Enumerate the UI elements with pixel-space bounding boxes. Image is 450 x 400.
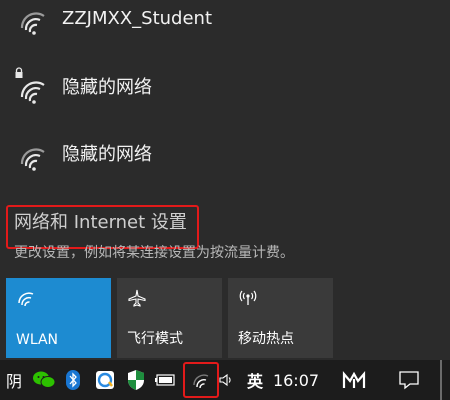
network-settings-description: 更改设置，例如将某连接设置为按流量计费。 [14, 245, 294, 261]
network-flyout: ZZJMXX_Student 隐藏的网络 隐藏的网络 网络和 Internet … [0, 0, 450, 360]
network-item-hidden[interactable]: 隐藏的网络 [0, 138, 450, 204]
taskbar: 阴 英 16:07 [0, 360, 450, 400]
network-icon-highlight [183, 362, 219, 398]
quick-action-label: 移动热点 [238, 331, 294, 347]
show-desktop-button[interactable] [440, 360, 442, 400]
clock[interactable]: 16:07 [272, 360, 320, 400]
input-method-indicator[interactable]: 英 [240, 360, 270, 400]
wifi-signal-icon [20, 148, 45, 171]
quick-action-airplane-mode[interactable]: 飞行模式 [117, 278, 222, 358]
quick-action-mobile-hotspot[interactable]: 移动热点 [228, 278, 333, 358]
taskbar-app-icon[interactable] [338, 360, 370, 400]
network-name: 隐藏的网络 [62, 77, 152, 98]
network-settings-title[interactable]: 网络和 Internet 设置 [14, 210, 187, 236]
bluetooth-icon[interactable] [62, 360, 84, 400]
battery-icon[interactable] [152, 360, 178, 400]
wifi-signal-icon [20, 12, 45, 35]
wechat-icon[interactable] [30, 360, 58, 400]
lock-icon [15, 67, 23, 78]
action-center-icon[interactable] [394, 360, 424, 400]
security-shield-icon[interactable] [124, 360, 148, 400]
quick-action-label: 飞行模式 [127, 331, 183, 347]
quick-action-label: WLAN [16, 332, 59, 348]
network-name: ZZJMXX_Student [62, 8, 213, 29]
network-item-hidden-secured[interactable]: 隐藏的网络 [0, 67, 450, 137]
network-name: 隐藏的网络 [62, 144, 152, 165]
weather-indicator[interactable]: 阴 [4, 360, 24, 400]
wifi-signal-icon [20, 81, 45, 104]
airplane-icon [128, 289, 146, 307]
volume-icon[interactable] [215, 360, 237, 400]
wifi-icon [18, 292, 34, 307]
hotspot-icon [239, 290, 257, 305]
network-item-zzjmxx-student[interactable]: ZZJMXX_Student [0, 2, 450, 68]
sync-app-icon[interactable] [92, 360, 118, 400]
quick-action-wlan[interactable]: WLAN [6, 278, 111, 358]
